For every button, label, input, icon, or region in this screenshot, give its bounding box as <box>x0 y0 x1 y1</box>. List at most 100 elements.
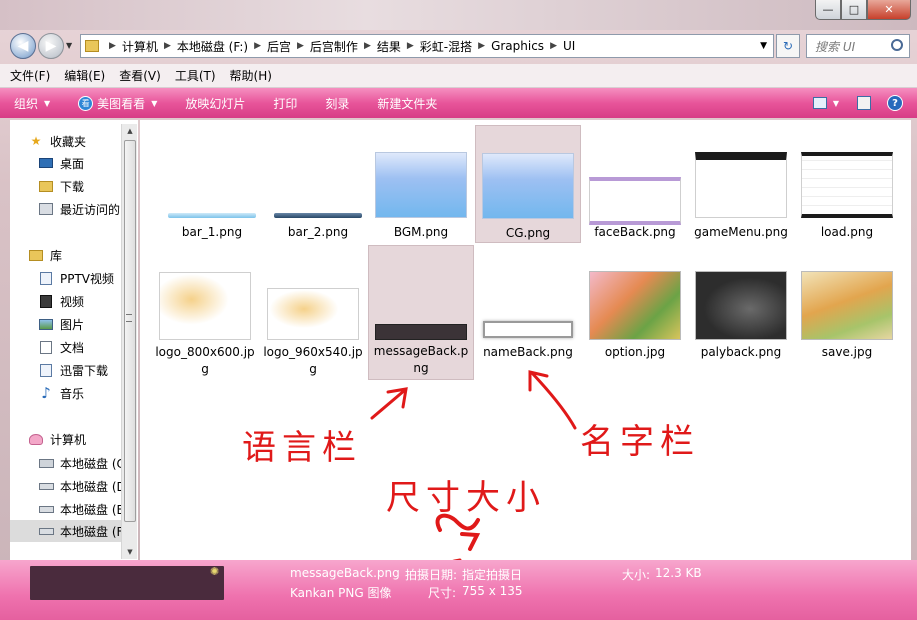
file-tile[interactable]: logo_800x600.jpg <box>152 266 258 382</box>
file-name: messageBack.png <box>373 344 469 375</box>
file-tile[interactable]: BGM.png <box>368 126 474 240</box>
nav-label: 图片 <box>60 317 85 332</box>
file-tile[interactable]: CG.png <box>475 125 581 243</box>
slideshow-button[interactable]: 放映幻灯片 <box>185 95 245 112</box>
recent-places-icon <box>38 202 54 216</box>
burn-button[interactable]: 刻录 <box>325 95 349 112</box>
view-options-icon[interactable] <box>812 97 827 109</box>
nav-favorites[interactable]: ★ 收藏夹 <box>28 130 86 152</box>
address-bar[interactable]: ▶ 计算机 ▶ 本地磁盘 (F:) ▶ 后宫 ▶ 后宫制作 ▶ 结果 ▶ 彩虹-… <box>80 34 774 58</box>
file-thumbnail <box>375 152 467 218</box>
scroll-up-icon[interactable]: ▲ <box>122 124 138 138</box>
chevron-right-icon[interactable]: ▶ <box>164 41 171 51</box>
nav-drive-c[interactable]: 本地磁盘 (C <box>38 452 125 474</box>
breadcrumb-rainbow[interactable]: 彩虹-混搭 <box>420 38 472 55</box>
breadcrumb-computer[interactable]: 计算机 <box>122 38 158 55</box>
chevron-right-icon[interactable]: ▶ <box>254 41 261 51</box>
file-tile[interactable]: option.jpg <box>582 266 688 366</box>
breadcrumb-graphics[interactable]: Graphics <box>491 39 544 53</box>
file-name: gameMenu.png <box>694 225 788 239</box>
menu-bar: 文件(F) 编辑(E) 查看(V) 工具(T) 帮助(H) <box>0 64 917 88</box>
nav-scrollbar[interactable]: ▲ ▼ <box>121 124 137 559</box>
breadcrumb-label: 本地磁盘 (F:) <box>176 39 249 54</box>
nav-recent[interactable]: 最近访问的 <box>38 198 120 220</box>
scroll-down-icon[interactable]: ▼ <box>122 545 138 559</box>
file-thumbnail <box>168 213 256 218</box>
library-icon <box>28 248 44 262</box>
chevron-right-icon[interactable]: ▶ <box>297 41 304 51</box>
breadcrumb-label: 结果 <box>376 39 401 54</box>
file-tile[interactable]: bar_1.png <box>159 138 265 240</box>
chevron-right-icon[interactable]: ▶ <box>550 41 557 51</box>
chevron-right-icon[interactable]: ▶ <box>407 41 414 51</box>
nav-video[interactable]: 视频 <box>38 290 84 312</box>
breadcrumb-result[interactable]: 结果 <box>377 38 401 55</box>
file-thumbnail <box>274 213 362 218</box>
file-tile[interactable]: palyback.png <box>688 266 794 366</box>
toolbar-right: ▼ ? <box>812 95 903 111</box>
nav-computer[interactable]: 计算机 <box>28 428 86 450</box>
minimize-button[interactable]: — <box>815 0 841 20</box>
new-folder-button[interactable]: 新建文件夹 <box>377 95 437 112</box>
organize-button[interactable]: 组织 ▼ <box>14 95 50 112</box>
file-thumbnail <box>589 177 681 225</box>
nav-drive-d[interactable]: 本地磁盘 (D <box>38 475 126 497</box>
nav-pictures[interactable]: 图片 <box>38 313 84 335</box>
menu-edit[interactable]: 编辑(E) <box>64 67 105 84</box>
chevron-right-icon[interactable]: ▶ <box>364 41 371 51</box>
file-tile[interactable]: faceBack.png <box>582 126 688 240</box>
file-tile[interactable]: bar_2.png <box>265 138 371 240</box>
nav-drive-e[interactable]: 本地磁盘 (E <box>38 498 124 520</box>
menu-view[interactable]: 查看(V) <box>119 67 161 84</box>
file-tile[interactable]: load.png <box>794 126 900 240</box>
nav-label: 本地磁盘 (C <box>60 456 125 471</box>
address-dropdown-icon[interactable]: ▼ <box>760 41 767 51</box>
menu-tools[interactable]: 工具(T) <box>175 67 216 84</box>
print-label: 打印 <box>273 96 298 111</box>
file-tile[interactable]: messageBack.png <box>368 245 474 380</box>
breadcrumb-drive-f[interactable]: 本地磁盘 (F:) <box>177 38 248 55</box>
scroll-thumb[interactable] <box>124 140 136 522</box>
nav-documents[interactable]: 文档 <box>38 336 84 358</box>
file-tile[interactable]: save.jpg <box>794 266 900 366</box>
maximize-button[interactable]: □ <box>841 0 867 20</box>
file-name: nameBack.png <box>483 345 573 359</box>
file-name: palyback.png <box>700 345 782 359</box>
breadcrumb-hougong-make[interactable]: 后宫制作 <box>310 38 358 55</box>
preview-pane-icon[interactable] <box>857 96 871 110</box>
close-button[interactable]: ✕ <box>867 0 911 20</box>
recent-pages-chevron-icon[interactable]: ▼ <box>66 41 72 50</box>
nav-label: 本地磁盘 (E <box>60 502 125 517</box>
nav-libraries[interactable]: 库 <box>28 244 62 266</box>
file-tile[interactable]: nameBack.png <box>475 266 581 366</box>
file-thumbnail <box>695 152 787 218</box>
nav-xunlei[interactable]: 迅雷下载 <box>38 359 108 381</box>
file-thumbnail <box>695 271 787 340</box>
nav-drive-f[interactable]: 本地磁盘 (F <box>10 520 128 542</box>
back-button[interactable]: ◀ <box>10 33 36 59</box>
nav-music[interactable]: ♪ 音乐 <box>38 382 84 404</box>
nav-desktop[interactable]: 桌面 <box>38 152 84 174</box>
nav-downloads[interactable]: 下载 <box>38 175 84 197</box>
annotation-dimensions: 尺寸大小 <box>386 478 546 518</box>
nav-pptv[interactable]: PPTV视频 <box>38 267 114 289</box>
refresh-button[interactable]: ↻ <box>776 34 800 58</box>
help-icon[interactable]: ? <box>887 95 903 111</box>
chevron-down-icon[interactable]: ▼ <box>833 99 839 108</box>
menu-file[interactable]: 文件(F) <box>10 67 50 84</box>
meitu-button[interactable]: 看美图看看 ▼ <box>78 95 157 112</box>
breadcrumb-label: 彩虹-混搭 <box>419 39 473 54</box>
search-input[interactable]: 搜索 UI <box>806 34 910 58</box>
details-size-value: 12.3 KB <box>655 566 702 580</box>
file-tile[interactable]: gameMenu.png <box>688 126 794 240</box>
chevron-right-icon[interactable]: ▶ <box>109 41 116 51</box>
chevron-right-icon[interactable]: ▶ <box>478 41 485 51</box>
breadcrumb-ui[interactable]: UI <box>563 39 575 53</box>
details-taken-value[interactable]: 指定拍摄日 <box>462 566 522 583</box>
menu-help[interactable]: 帮助(H) <box>230 67 272 84</box>
file-tile[interactable]: logo_960x540.jpg <box>260 266 366 382</box>
file-thumbnail <box>589 271 681 340</box>
breadcrumb-hougong[interactable]: 后宫 <box>267 38 291 55</box>
forward-button[interactable]: ▶ <box>38 33 64 59</box>
print-button[interactable]: 打印 <box>273 95 297 112</box>
